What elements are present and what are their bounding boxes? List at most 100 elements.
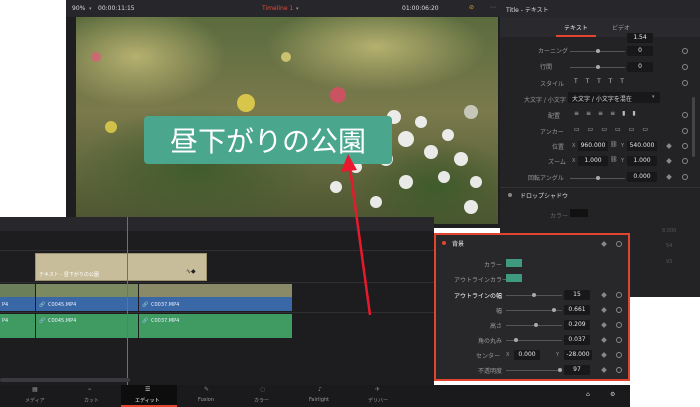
video-clip[interactable]: 🔗 C0045.MP4: [36, 284, 138, 311]
slider-knob[interactable]: [596, 65, 600, 69]
reset-icon[interactable]: [682, 112, 688, 118]
line-spacing-field[interactable]: 0: [627, 62, 653, 72]
tab-video[interactable]: ビデオ: [612, 23, 630, 32]
clip-label: P4: [2, 318, 9, 324]
slider-knob[interactable]: [596, 176, 600, 180]
keyframe-icon[interactable]: [601, 352, 607, 358]
row-label: カーニング: [538, 48, 569, 55]
width-field[interactable]: 0.661: [564, 305, 590, 315]
reset-icon[interactable]: [616, 337, 622, 343]
slider-knob[interactable]: [532, 293, 536, 297]
outline-width-field[interactable]: 15: [564, 290, 590, 300]
keyframe-icon[interactable]: [601, 367, 607, 373]
shadow-color-swatch[interactable]: [570, 209, 588, 217]
zoom-level[interactable]: 90%: [72, 5, 85, 12]
case-dropdown[interactable]: 大文字 / 小文字を混在 ▾: [568, 92, 660, 103]
annotation-arrow: [341, 154, 372, 316]
opacity-field[interactable]: 97: [564, 365, 590, 375]
enable-dot[interactable]: [442, 241, 446, 245]
case-dropdown-value: 大文字 / 小文字を混在: [572, 96, 632, 103]
drop-shadow-header[interactable]: ドロップシャドウ: [520, 191, 568, 200]
audio-clip[interactable]: P4: [0, 314, 35, 338]
center-y-field[interactable]: -28.000: [564, 350, 592, 360]
cut-icon: ⌁: [88, 386, 92, 393]
slider-knob[interactable]: [596, 49, 600, 53]
home-icon[interactable]: ⌂: [586, 391, 590, 398]
center-x-field[interactable]: 0.000: [514, 350, 540, 360]
slider-knob[interactable]: [514, 338, 518, 342]
reset-icon[interactable]: [616, 292, 622, 298]
row-label: 角の丸み: [478, 338, 503, 345]
bg-color-swatch[interactable]: [506, 259, 522, 267]
timeline-name[interactable]: Timeline 1: [262, 5, 293, 12]
position-y-field[interactable]: 540.000: [627, 141, 657, 151]
chevron-down-icon: ▾: [652, 94, 655, 100]
divider: [500, 187, 700, 188]
corner-radius-field[interactable]: 0.037: [564, 335, 590, 345]
gear-icon[interactable]: ⚙: [610, 391, 615, 398]
video-clip[interactable]: P4: [0, 284, 35, 311]
tab-text[interactable]: テキスト: [564, 23, 588, 32]
rotation-field[interactable]: 0.000: [627, 172, 657, 182]
reset-icon[interactable]: [682, 158, 688, 164]
keyframe-icon[interactable]: [666, 143, 672, 149]
anchor-buttons[interactable]: ▭▭▭▭▭▭: [574, 126, 656, 133]
title-clip[interactable]: テキスト - 昼下がりの公園 ∿◆: [35, 253, 207, 281]
slider-knob[interactable]: [552, 308, 556, 312]
chevron-down-icon[interactable]: ▾: [89, 6, 92, 12]
keyframe-icon[interactable]: [666, 158, 672, 164]
reset-icon[interactable]: [616, 307, 622, 313]
ghost-value: 54: [666, 243, 673, 249]
inspector-header: Title - テキスト: [500, 0, 700, 17]
page-label: メディア: [25, 398, 45, 404]
slider-knob[interactable]: [558, 368, 562, 372]
reset-icon[interactable]: [616, 367, 622, 373]
reset-icon[interactable]: [682, 143, 688, 149]
reset-icon[interactable]: [682, 80, 688, 86]
curve-icon[interactable]: ∿◆: [186, 268, 196, 275]
reset-icon[interactable]: [616, 241, 622, 247]
fusion-icon: ✎: [204, 386, 210, 393]
bypass-icon[interactable]: ⊘: [469, 4, 474, 11]
reset-icon[interactable]: [682, 174, 688, 180]
keyframe-icon[interactable]: [601, 322, 607, 328]
reset-icon[interactable]: [682, 64, 688, 70]
playhead[interactable]: [127, 217, 128, 385]
scrollbar[interactable]: [692, 97, 695, 157]
video-clip[interactable]: 🔗 C0037.MP4: [139, 284, 292, 311]
chevron-down-icon[interactable]: ▾: [296, 6, 299, 12]
outline-color-swatch[interactable]: [506, 274, 522, 282]
more-icon[interactable]: ⋯: [490, 4, 496, 11]
row-label: アウトラインカラー: [454, 277, 509, 284]
reset-icon[interactable]: [616, 352, 622, 358]
toggle-dot[interactable]: [508, 193, 512, 197]
height-field[interactable]: 0.209: [564, 320, 590, 330]
position-x-field[interactable]: 960.000: [578, 141, 608, 151]
keyframe-icon[interactable]: [666, 174, 672, 180]
link-icon[interactable]: ⛓: [610, 141, 618, 148]
page-label: Fairlight: [309, 397, 330, 403]
kerning-field[interactable]: 0: [627, 46, 653, 56]
style-buttons[interactable]: TTTTT: [574, 78, 632, 85]
zoom-x-field[interactable]: 1.000: [578, 156, 608, 166]
reset-icon[interactable]: [616, 322, 622, 328]
link-icon: 🔗: [142, 302, 149, 308]
top-value[interactable]: 1.54: [627, 33, 653, 43]
timeline-scrollbar[interactable]: [0, 378, 130, 382]
reset-icon[interactable]: [682, 48, 688, 54]
reset-icon[interactable]: [682, 128, 688, 134]
keyframe-icon[interactable]: [601, 241, 607, 247]
page-label: カラー: [254, 398, 270, 404]
keyframe-icon[interactable]: [601, 337, 607, 343]
zoom-y-field[interactable]: 1.000: [627, 156, 657, 166]
slider-knob[interactable]: [534, 323, 538, 327]
keyframe-icon[interactable]: [601, 307, 607, 313]
opacity-slider[interactable]: [506, 370, 562, 371]
y-label: Y: [556, 352, 560, 358]
link-icon[interactable]: ⛓: [610, 156, 618, 163]
audio-clip[interactable]: 🔗 C0045.MP4: [36, 314, 138, 338]
keyframe-icon[interactable]: [601, 292, 607, 298]
page-edit[interactable]: ☰ エディット: [121, 385, 177, 407]
audio-clip[interactable]: 🔗 C0037.MP4: [139, 314, 292, 338]
align-buttons[interactable]: ≡≡≡≡▮▮: [574, 110, 643, 117]
